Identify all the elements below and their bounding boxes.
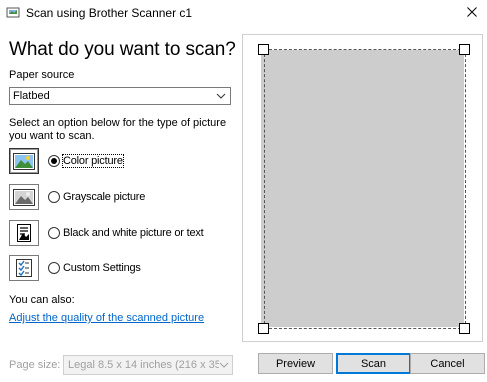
scan-preview-area[interactable] [242,34,483,342]
crop-handle-bottom-left[interactable] [258,323,269,334]
option-label: Custom Settings [63,262,141,274]
color-picture-radio[interactable] [48,155,60,167]
close-button[interactable] [457,0,487,24]
option-color-picture[interactable]: Color picture [9,148,124,174]
option-black-white[interactable]: Black and white picture or text [9,220,204,246]
option-label: Grayscale picture [63,191,146,203]
chevron-down-icon [219,360,229,370]
paper-source-value: Flatbed [13,90,50,102]
cancel-button[interactable]: Cancel [410,353,485,374]
option-grayscale-picture[interactable]: Grayscale picture [9,184,145,210]
page-size-select: Legal 8.5 x 14 inches (216 x 356 [63,355,233,375]
title-bar: Scan using Brother Scanner c1 [0,0,487,26]
black-white-text-icon[interactable] [9,220,39,246]
paper-source-label: Paper source [9,69,75,81]
scan-button[interactable]: Scan [336,353,411,374]
instructions-text: Select an option below for the type of p… [9,117,227,142]
page-title: What do you want to scan? [9,39,236,60]
adjust-quality-link[interactable]: Adjust the quality of the scanned pictur… [9,312,204,324]
preview-button[interactable]: Preview [258,353,333,374]
paper-source-select[interactable]: Flatbed [9,87,231,105]
option-label: Black and white picture or text [63,227,204,239]
option-label: Color picture [62,154,124,168]
chevron-down-icon [216,91,226,101]
custom-settings-icon[interactable] [9,255,39,281]
color-picture-icon[interactable] [9,148,39,174]
crop-handle-top-left[interactable] [258,44,269,55]
custom-settings-radio[interactable] [48,262,60,274]
page-size-label: Page size: [9,359,61,371]
crop-handle-bottom-right[interactable] [459,323,470,334]
grayscale-picture-radio[interactable] [48,191,60,203]
grayscale-picture-icon[interactable] [9,184,39,210]
crop-selection[interactable] [264,49,466,329]
scanner-icon [6,7,20,19]
black-white-radio[interactable] [48,227,60,239]
page-size-value: Legal 8.5 x 14 inches (216 x 356 [68,359,228,371]
crop-handle-top-right[interactable] [459,44,470,55]
you-can-also-label: You can also: [9,294,75,306]
option-custom-settings[interactable]: Custom Settings [9,255,141,281]
window-title: Scan using Brother Scanner c1 [26,6,193,20]
close-icon [467,7,477,17]
